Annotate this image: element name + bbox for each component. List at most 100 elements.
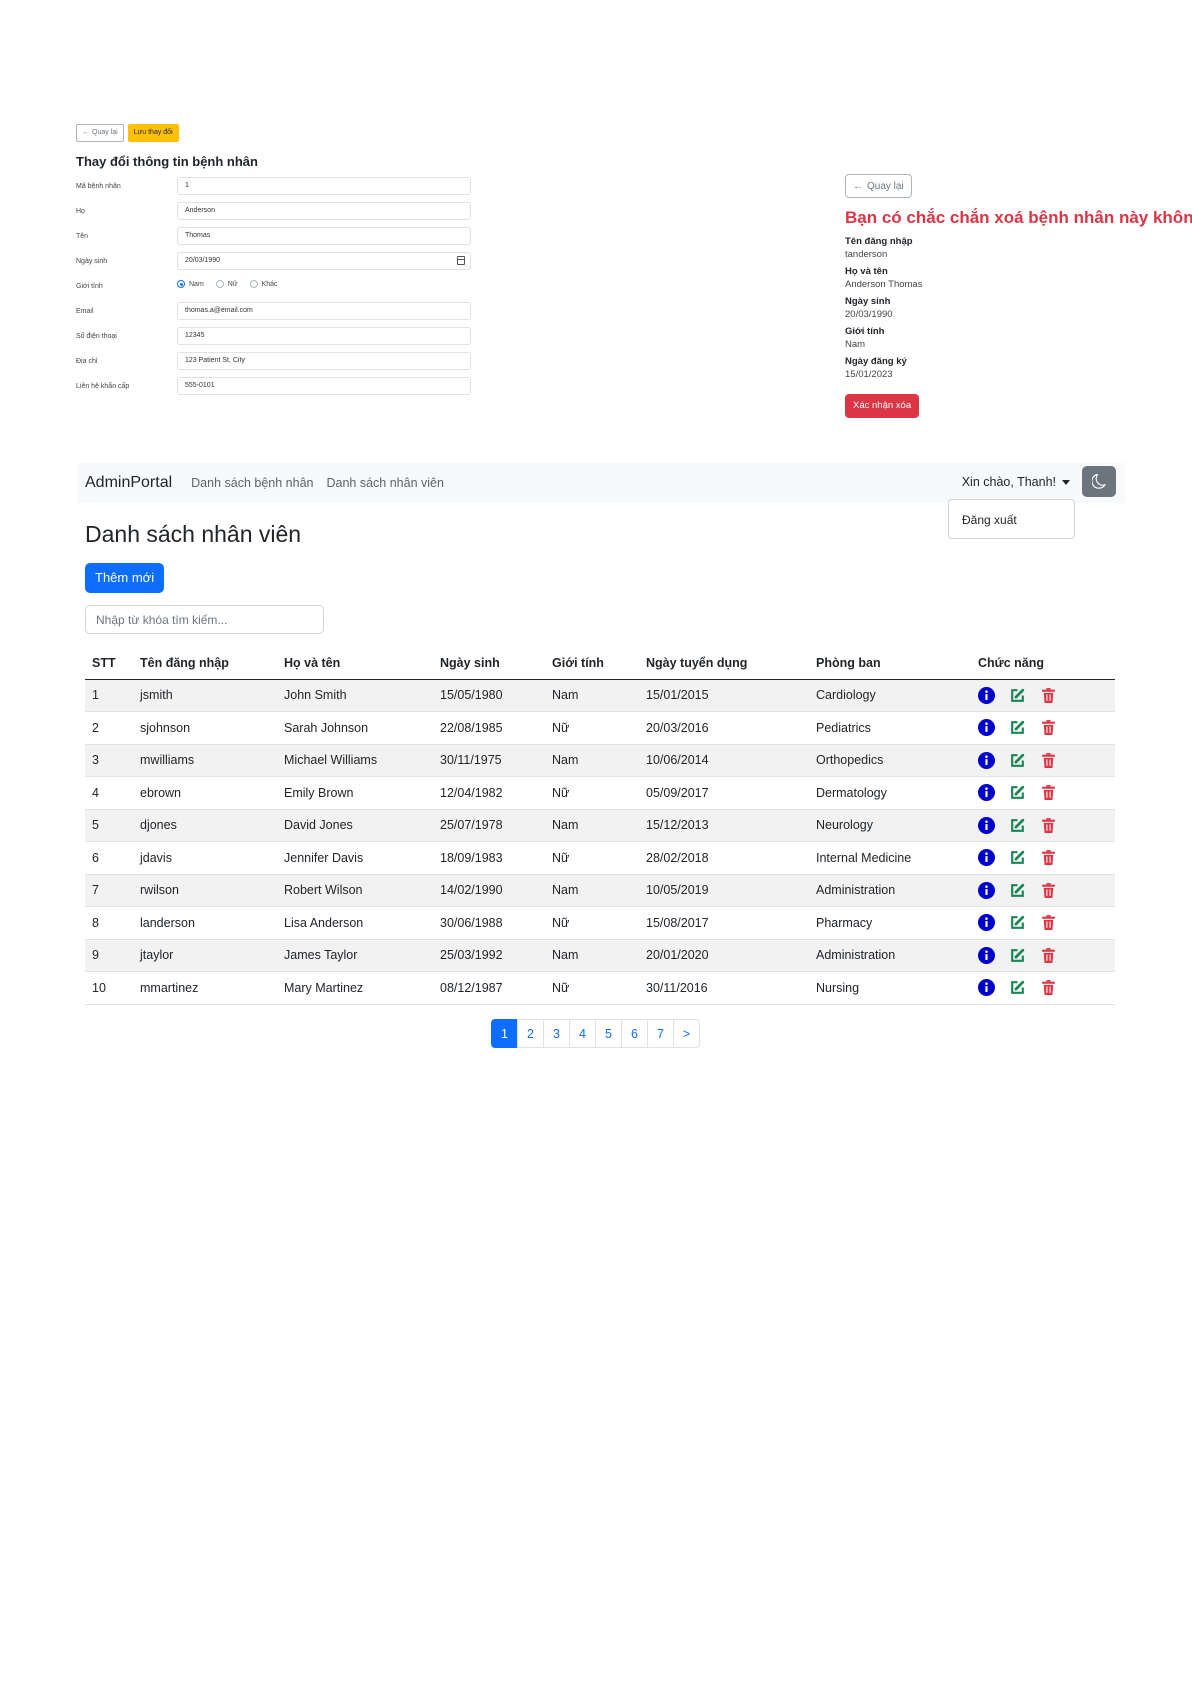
detail-value: 20/03/1990 (845, 309, 893, 320)
trash-icon[interactable] (1040, 817, 1057, 834)
table-row: 5 djones David Jones 25/07/1978 Nam 15/12/201… (85, 809, 1115, 842)
info-icon[interactable] (978, 914, 995, 932)
trash-icon[interactable] (1040, 882, 1057, 899)
column-header: Họ và tên (277, 648, 433, 680)
info-icon[interactable] (978, 946, 995, 964)
logout-menu-item[interactable]: Đăng xuất (962, 513, 1017, 527)
department-cell: Dermatology (809, 776, 971, 810)
edit-icon[interactable] (1009, 784, 1026, 801)
phone-input[interactable]: 12345 (177, 327, 471, 345)
edit-icon[interactable] (1009, 849, 1026, 866)
full-name-cell: Robert Wilson (277, 874, 433, 907)
info-icon[interactable] (978, 784, 995, 802)
row-actions (978, 914, 1115, 932)
edit-toolbar: ← Quay lại Lưu thay đổi (76, 124, 476, 142)
birthdate-input[interactable]: 20/03/1990 (177, 252, 471, 270)
email-input[interactable]: thomas.a@email.com (177, 302, 471, 320)
add-new-button[interactable]: Thêm mới (85, 563, 165, 593)
info-icon[interactable] (978, 816, 995, 834)
trash-icon[interactable] (1040, 752, 1057, 769)
info-icon[interactable] (978, 849, 995, 867)
save-changes-button[interactable]: Lưu thay đổi (127, 124, 179, 142)
actions-cell (971, 776, 1115, 810)
birthdate-cell: 25/07/1978 (433, 809, 545, 842)
search-input[interactable] (85, 605, 324, 634)
page-2-button[interactable]: 2 (517, 1019, 544, 1048)
username-cell: jtaylor (133, 939, 277, 972)
pagination: 1 2 3 4 5 6 7 > (491, 1019, 700, 1048)
username-cell: jdavis (133, 841, 277, 875)
hire-date-cell: 30/11/2016 (639, 971, 809, 1005)
page-5-button[interactable]: 5 (595, 1019, 622, 1048)
trash-icon[interactable] (1040, 687, 1057, 704)
page-6-button[interactable]: 6 (621, 1019, 648, 1048)
edit-icon[interactable] (1009, 687, 1026, 704)
trash-icon[interactable] (1040, 947, 1057, 964)
nav-link-employees[interactable]: Danh sách nhân viên (326, 476, 443, 490)
table-body: 1 jsmith John Smith 15/05/1980 Nam 15/01/2015… (85, 679, 1115, 1005)
info-icon[interactable] (978, 979, 995, 997)
edit-icon[interactable] (1009, 752, 1026, 769)
calendar-icon[interactable] (457, 256, 465, 265)
brand-link[interactable]: AdminPortal (85, 474, 172, 492)
trash-icon[interactable] (1040, 979, 1057, 996)
table-row: 4 ebrown Emily Brown 12/04/1982 Nữ 05/09/2017… (85, 776, 1115, 810)
column-header: Ngày tuyển dụng (639, 648, 809, 680)
confirm-delete-button[interactable]: Xác nhận xóa (845, 394, 920, 418)
page-next-button[interactable]: > (673, 1019, 700, 1048)
department-cell: Pharmacy (809, 906, 971, 940)
edit-icon[interactable] (1009, 817, 1026, 834)
last-name-input[interactable]: Anderson (177, 202, 471, 220)
edit-patient-panel: ← Quay lại Lưu thay đổi Thay đổi thông t… (76, 124, 476, 402)
page-4-button[interactable]: 4 (569, 1019, 596, 1048)
theme-toggle-button[interactable] (1082, 466, 1116, 497)
detail-term: Giới tính (845, 326, 885, 337)
gender-cell: Nam (545, 744, 639, 777)
trash-icon[interactable] (1040, 849, 1057, 866)
detail-value: Nam (845, 339, 866, 350)
page-7-button[interactable]: 7 (647, 1019, 674, 1048)
edit-icon[interactable] (1009, 719, 1026, 736)
gender-cell: Nam (545, 939, 639, 972)
info-icon[interactable] (978, 686, 995, 704)
trash-icon[interactable] (1040, 914, 1057, 931)
user-dropdown-toggle[interactable]: Xin chào, Thanh! (962, 475, 1070, 489)
edit-back-label: Quay lại (92, 129, 118, 136)
detail-value: 15/01/2023 (845, 369, 893, 380)
delete-back-button[interactable]: ← Quay lại (845, 174, 912, 198)
actions-cell (971, 971, 1115, 1005)
detail-term: Ngày đăng ký (845, 356, 907, 367)
gender-radio-other[interactable]: Khác (249, 280, 278, 288)
department-cell: Cardiology (809, 679, 971, 712)
edit-icon[interactable] (1009, 947, 1026, 964)
page-3-button[interactable]: 3 (543, 1019, 570, 1048)
table-row: 6 jdavis Jennifer Davis 18/09/1983 Nữ 28/02/2… (85, 841, 1115, 875)
first-name-input[interactable]: Thomas (177, 227, 471, 245)
table-row: 1 jsmith John Smith 15/05/1980 Nam 15/01/2015… (85, 679, 1115, 712)
row-number-cell: 5 (85, 809, 133, 842)
emergency-contact-input[interactable]: 555-0101 (177, 377, 471, 395)
full-name-cell: Jennifer Davis (277, 841, 433, 875)
edit-icon[interactable] (1009, 914, 1026, 931)
gender-radio-male[interactable]: Nam (177, 280, 204, 288)
patient-id-input[interactable]: 1 (177, 177, 471, 195)
address-input[interactable]: 123 Patient St, City (177, 352, 471, 370)
info-icon[interactable] (978, 719, 995, 737)
detail-term: Tên đăng nhập (845, 236, 913, 247)
page-1-button[interactable]: 1 (491, 1019, 518, 1048)
department-cell: Pediatrics (809, 711, 971, 745)
info-icon[interactable] (978, 881, 995, 899)
column-header: Phòng ban (809, 648, 971, 680)
gender-radio-female[interactable]: Nữ (215, 280, 238, 288)
trash-icon[interactable] (1040, 719, 1057, 736)
edit-icon[interactable] (1009, 979, 1026, 996)
trash-icon[interactable] (1040, 784, 1057, 801)
moon-icon (1091, 474, 1106, 489)
actions-cell (971, 939, 1115, 972)
edit-back-button[interactable]: ← Quay lại (76, 124, 124, 142)
edit-form-title: Thay đổi thông tin bệnh nhân (76, 154, 258, 169)
birthdate-cell: 14/02/1990 (433, 874, 545, 907)
nav-link-patients[interactable]: Danh sách bệnh nhân (191, 476, 313, 490)
edit-icon[interactable] (1009, 882, 1026, 899)
info-icon[interactable] (978, 751, 995, 769)
